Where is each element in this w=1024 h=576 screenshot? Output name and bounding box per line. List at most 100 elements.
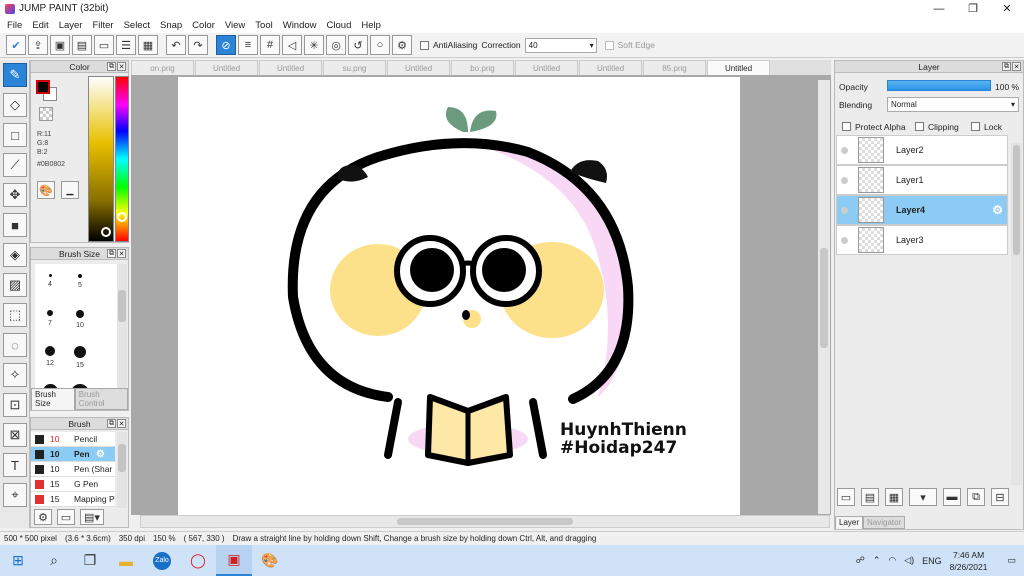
brush-item-pen-sharp[interactable]: 10 Pen (Shar: [31, 462, 115, 477]
brush-size-option[interactable]: 15: [65, 346, 95, 369]
panel-close-icon[interactable]: ✕: [117, 419, 126, 428]
language-indicator[interactable]: ENG: [922, 556, 942, 566]
doc-tab[interactable]: su.png: [323, 60, 386, 75]
layer-menu-icon[interactable]: ▦: [885, 488, 903, 506]
line-tool-icon[interactable]: ⟋: [3, 153, 27, 177]
gear-icon[interactable]: ⚙: [992, 203, 1003, 217]
gradient-tool-icon[interactable]: ▨: [3, 273, 27, 297]
doc-tab[interactable]: on.png: [131, 60, 194, 75]
bucket-tool-icon[interactable]: ◈: [3, 243, 27, 267]
file-explorer-icon[interactable]: ▬: [108, 545, 144, 576]
panel-float-icon[interactable]: ⧉: [107, 62, 116, 71]
select-eraser-tool-icon[interactable]: ⊠: [3, 423, 27, 447]
brush-size-option[interactable]: 10: [65, 310, 95, 329]
menu-color[interactable]: Color: [187, 20, 220, 31]
panel-close-icon[interactable]: ✕: [1012, 62, 1021, 71]
menu-file[interactable]: File: [2, 20, 27, 31]
panel-float-icon[interactable]: ⧉: [107, 249, 116, 258]
brush-list-scrollbar[interactable]: [117, 432, 127, 508]
hue-slider[interactable]: [115, 76, 129, 242]
tab-brush-control[interactable]: Brush Control: [74, 388, 128, 410]
comment-icon[interactable]: ▣: [50, 35, 70, 55]
doc-tab[interactable]: Untitled: [387, 60, 450, 75]
brush-item-g-pen[interactable]: 15 G Pen: [31, 477, 115, 492]
menu-cloud[interactable]: Cloud: [322, 20, 357, 31]
visibility-icon[interactable]: [841, 236, 848, 244]
folder-icon[interactable]: ▬: [943, 488, 961, 506]
brush-size-option[interactable]: 4: [35, 274, 65, 288]
text-tool-icon[interactable]: T: [3, 453, 27, 477]
chevron-up-icon[interactable]: ⌃: [873, 555, 881, 566]
select-pen-tool-icon[interactable]: ⊡: [3, 393, 27, 417]
network-icon[interactable]: ◠: [888, 555, 896, 566]
gear-icon[interactable]: ⚙: [96, 449, 105, 460]
rectangle-tool-icon[interactable]: □: [3, 123, 27, 147]
doc-tab[interactable]: Untitled: [195, 60, 258, 75]
notification-icon[interactable]: ▭: [1007, 555, 1016, 566]
grid-settings-icon[interactable]: ▦: [138, 35, 158, 55]
new-layer-icon[interactable]: ▭: [837, 488, 855, 506]
doc-tab[interactable]: Untitled: [259, 60, 322, 75]
doc-tab[interactable]: bo.png: [451, 60, 514, 75]
select-rect-tool-icon[interactable]: ⬚: [3, 303, 27, 327]
doc-tab[interactable]: 85.png: [643, 60, 706, 75]
menu-select[interactable]: Select: [119, 20, 155, 31]
menu-snap[interactable]: Snap: [155, 20, 187, 31]
layer-row-layer3[interactable]: Layer3: [836, 225, 1008, 255]
export-icon[interactable]: ⇪: [28, 35, 48, 55]
panel-float-icon[interactable]: ⧉: [107, 419, 116, 428]
concentric-icon[interactable]: ◎: [326, 35, 346, 55]
transparent-color-swatch[interactable]: [39, 107, 53, 121]
doc-tab[interactable]: Untitled: [515, 60, 578, 75]
menu-view[interactable]: View: [220, 20, 250, 31]
layer-row-layer2[interactable]: Layer2: [836, 135, 1008, 165]
page-icon[interactable]: ▭: [94, 35, 114, 55]
opacity-slider[interactable]: [887, 80, 991, 91]
palette-icon[interactable]: 🎨: [37, 181, 55, 199]
drawing-canvas[interactable]: HuynhThienn #Hoidap247: [178, 77, 740, 515]
brush-size-option[interactable]: 5: [65, 274, 95, 289]
antialiasing-checkbox[interactable]: [420, 40, 429, 50]
layer-list-scrollbar[interactable]: [1011, 143, 1022, 485]
layer-row-layer4[interactable]: Layer4 ⚙: [836, 195, 1008, 225]
delete-layer-icon[interactable]: ⊟: [991, 488, 1009, 506]
menu-help[interactable]: Help: [356, 20, 386, 31]
visibility-icon[interactable]: [841, 206, 848, 214]
visibility-icon[interactable]: [841, 176, 848, 184]
cloud-check-icon[interactable]: ✔: [6, 35, 26, 55]
duplicate-layer-icon[interactable]: ⧉: [967, 488, 985, 506]
panel-float-icon[interactable]: ⧉: [1002, 62, 1011, 71]
menu-tool[interactable]: Tool: [250, 20, 277, 31]
brush-item-mapping-pen[interactable]: 15 Mapping P: [31, 492, 115, 507]
new-brush-icon[interactable]: ▭: [57, 509, 75, 525]
clipping-checkbox[interactable]: [915, 122, 924, 131]
tab-brush-size[interactable]: Brush Size: [31, 388, 75, 410]
volume-icon[interactable]: ◁): [904, 555, 914, 566]
menu-window[interactable]: Window: [278, 20, 322, 31]
search-icon[interactable]: ⌕: [36, 545, 72, 576]
brush-size-option[interactable]: 7: [35, 310, 65, 327]
canvas-horizontal-scrollbar[interactable]: [140, 515, 830, 528]
brush-size-scrollbar[interactable]: [117, 264, 127, 396]
menu-edit[interactable]: Edit: [27, 20, 53, 31]
protect-alpha-checkbox[interactable]: [842, 122, 851, 131]
people-icon[interactable]: ☍: [856, 555, 865, 566]
message-icon[interactable]: ▤: [72, 35, 92, 55]
new-layer-from-icon[interactable]: ▤: [861, 488, 879, 506]
maximize-button[interactable]: ❐: [956, 0, 990, 17]
parallel-lines-icon[interactable]: ≡: [238, 35, 258, 55]
snap-settings-icon[interactable]: ⚙: [392, 35, 412, 55]
redo-icon[interactable]: ↷: [188, 35, 208, 55]
menu-filter[interactable]: Filter: [87, 20, 118, 31]
clock[interactable]: 7:46 AM 8/26/2021: [950, 549, 988, 573]
color-history-icon[interactable]: ▁: [61, 181, 79, 199]
magic-wand-tool-icon[interactable]: ✧: [3, 363, 27, 387]
move-tool-icon[interactable]: ✥: [3, 183, 27, 207]
radial-icon[interactable]: ✳: [304, 35, 324, 55]
panel-close-icon[interactable]: ✕: [117, 62, 126, 71]
jump-paint-task-icon[interactable]: ▣: [216, 545, 252, 576]
minimize-button[interactable]: —: [922, 0, 956, 17]
paint-app-icon[interactable]: 🎨: [252, 545, 288, 576]
tab-layer[interactable]: Layer: [835, 516, 864, 529]
saturation-value-picker[interactable]: [88, 76, 114, 242]
